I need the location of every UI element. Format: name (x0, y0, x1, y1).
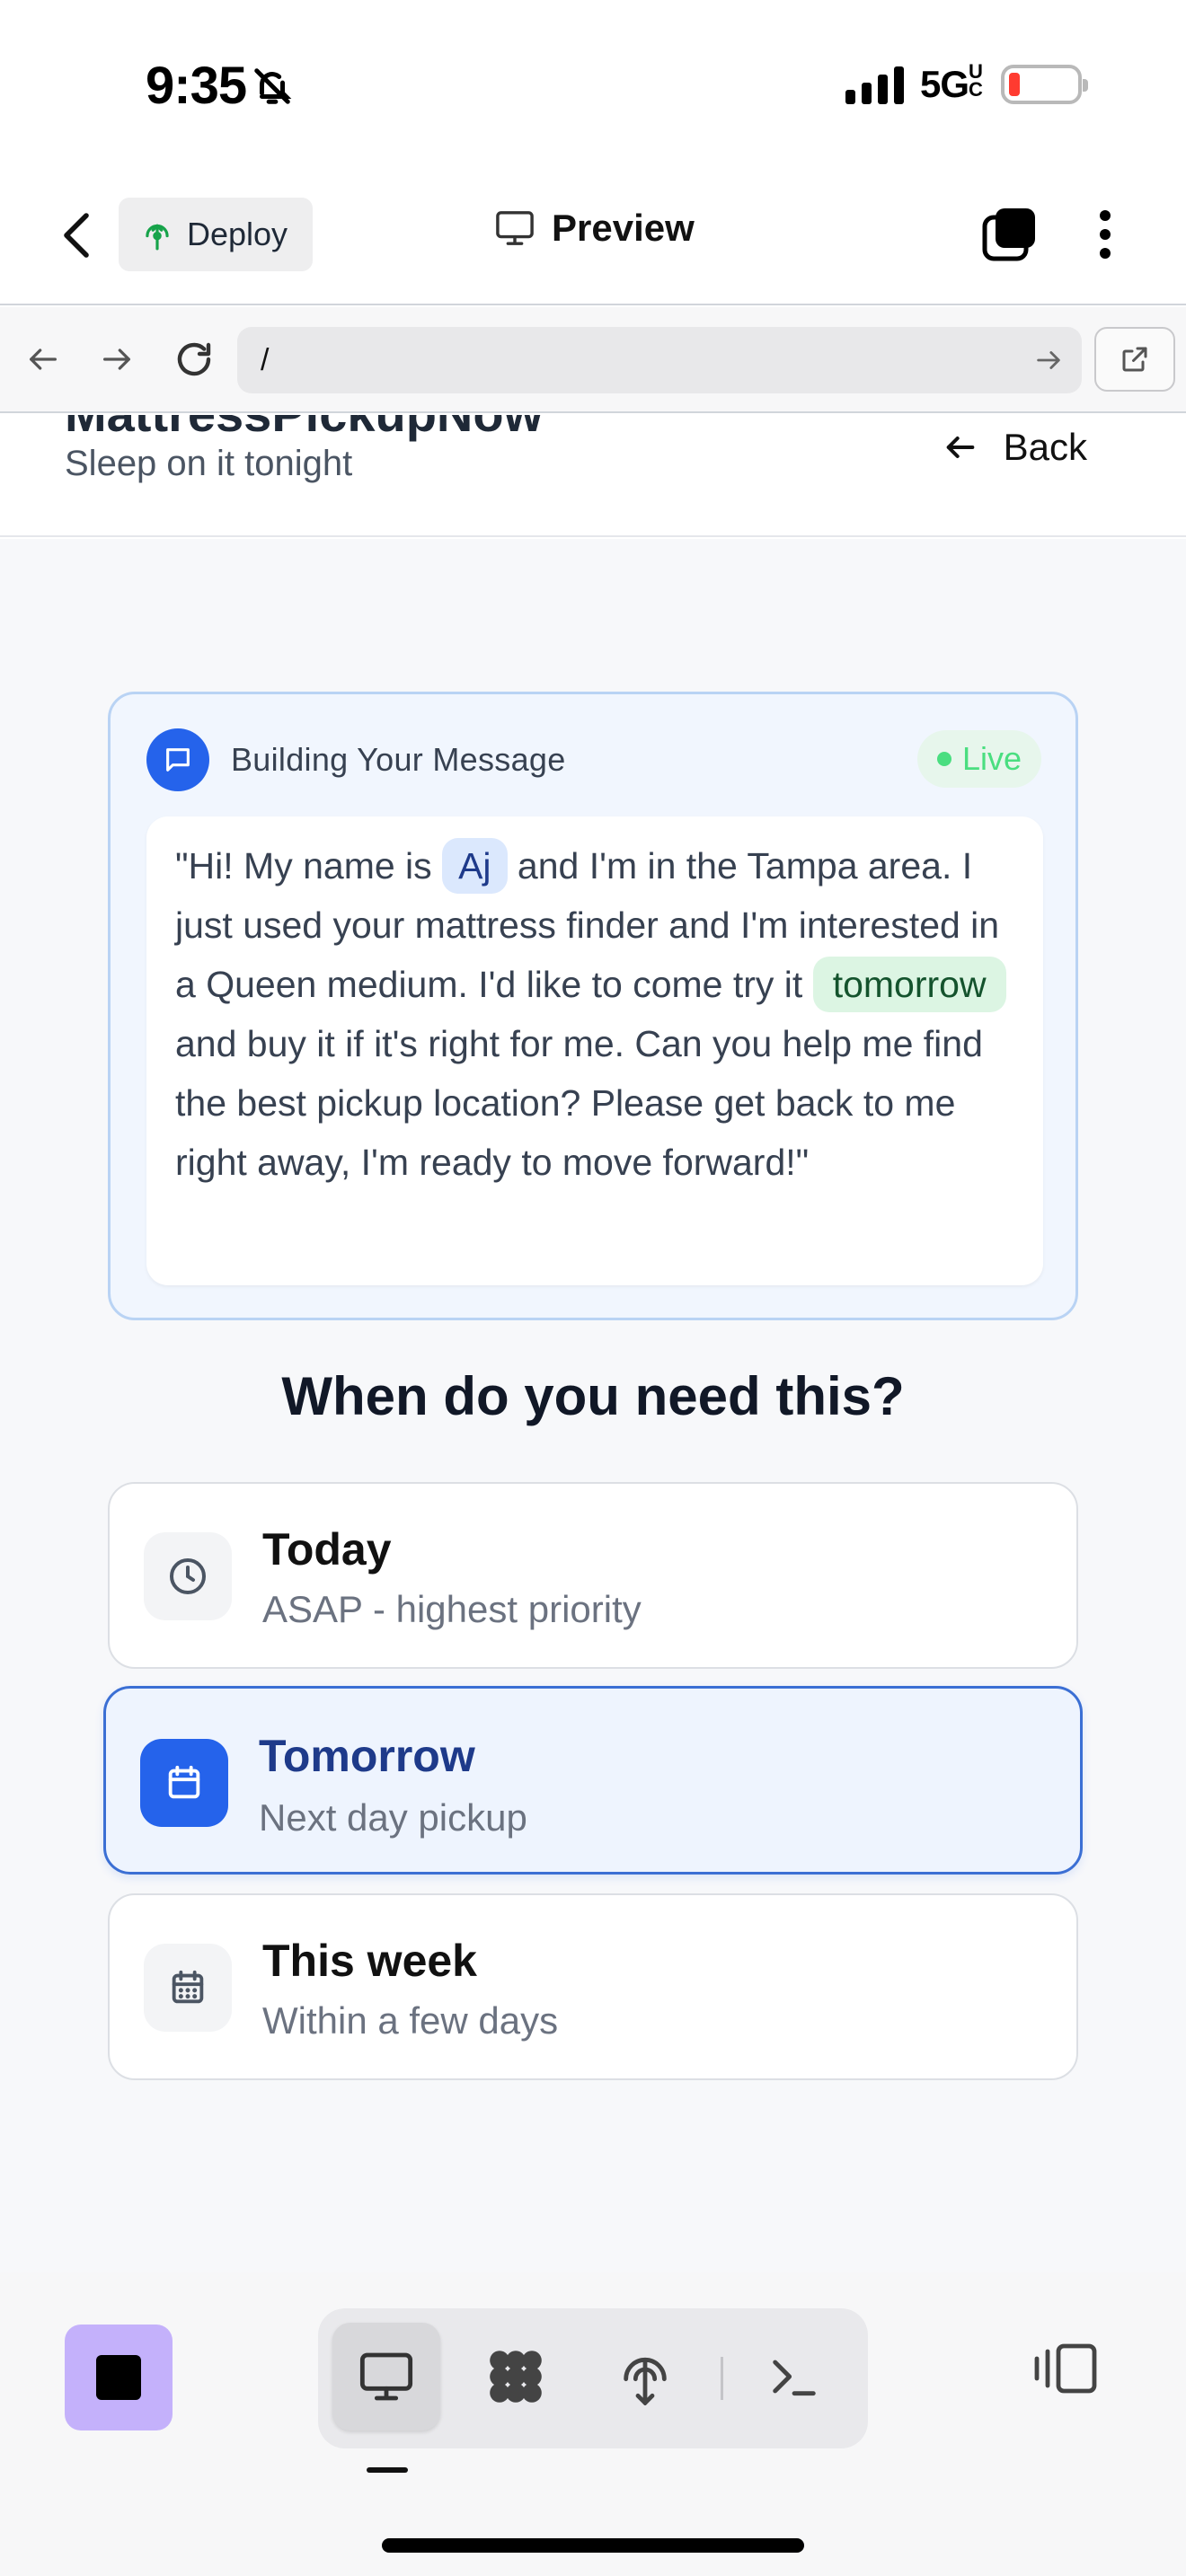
status-bar: 9:35 5GUC (0, 0, 1186, 171)
deploy-icon (146, 224, 169, 251)
preview-view-button[interactable] (332, 2323, 440, 2430)
calendar-days-icon (144, 1944, 232, 2032)
terminal-view-button[interactable] (740, 2323, 848, 2430)
option-subtitle: Within a few days (262, 1999, 559, 2042)
open-external-button[interactable] (1094, 327, 1175, 392)
network-sup: UC (969, 60, 983, 101)
message-text-part: and buy it if it's right for me. Can you… (175, 1023, 983, 1183)
preview-title: Preview (494, 207, 695, 250)
message-preview-card: Building Your Message Live "Hi! My name … (108, 692, 1078, 1320)
timing-chip: tomorrow (812, 957, 1006, 1012)
url-text: / (261, 342, 270, 377)
bottom-toolbar (0, 2272, 1186, 2576)
tabs-icon[interactable] (981, 207, 1037, 262)
main-content: Building Your Message Live "Hi! My name … (0, 539, 1186, 2272)
signal-icon (845, 65, 904, 104)
back-chevron-icon[interactable] (54, 208, 99, 262)
message-icon (146, 728, 209, 791)
reload-icon[interactable] (169, 334, 219, 384)
question-heading: When do you need this? (281, 1366, 905, 1426)
option-subtitle: ASAP - highest priority (262, 1588, 642, 1630)
option-this-week[interactable]: This week Within a few days (108, 1893, 1078, 2080)
arrow-left-icon (946, 437, 974, 458)
network-text: 5G (919, 63, 969, 105)
go-arrow-icon[interactable] (1033, 345, 1064, 375)
more-options-icon[interactable] (1087, 207, 1123, 262)
browser-back-icon[interactable] (18, 334, 68, 384)
message-text-part: "Hi! My name is (175, 845, 443, 887)
back-label: Back (1003, 426, 1087, 468)
status-time: 9:35 (146, 56, 293, 116)
status-time-text: 9:35 (146, 57, 247, 115)
panel-toggle-icon[interactable] (1031, 2341, 1100, 2401)
deploy-view-button[interactable] (591, 2323, 699, 2430)
network-label: 5GUC (919, 60, 985, 106)
monitor-icon (496, 211, 534, 245)
stop-button[interactable] (65, 2325, 173, 2430)
bell-muted-icon (254, 67, 292, 104)
preview-label: Preview (552, 207, 695, 249)
deploy-button[interactable]: Deploy (119, 198, 314, 271)
browser-forward-icon[interactable] (92, 334, 142, 384)
message-card-header: Building Your Message (146, 728, 566, 791)
page-header: MattressPickupNow Sleep on it tonight Ba… (0, 415, 1186, 537)
name-chip: Aj (442, 838, 508, 894)
browser-url-bar: / (0, 307, 1186, 413)
url-input[interactable]: / (237, 327, 1082, 393)
battery-icon (1001, 65, 1088, 104)
option-today[interactable]: Today ASAP - highest priority (108, 1482, 1078, 1669)
status-indicators: 5GUC (845, 60, 1088, 106)
clock-icon (144, 1532, 232, 1620)
live-dot (936, 752, 951, 766)
active-view-indicator (367, 2467, 408, 2473)
app-bar: Deploy Preview (0, 171, 1186, 305)
toolbar-divider (721, 2357, 723, 2400)
deploy-label: Deploy (187, 216, 288, 252)
monitor-icon (359, 2352, 413, 2401)
page-title: MattressPickupNow (65, 415, 543, 443)
live-label: Live (961, 740, 1022, 777)
apps-view-button[interactable] (462, 2323, 570, 2430)
back-button[interactable]: Back (943, 426, 1087, 469)
option-subtitle: Next day pickup (259, 1796, 527, 1839)
view-switcher (318, 2308, 868, 2448)
external-link-icon (1122, 347, 1147, 372)
option-tomorrow[interactable]: Tomorrow Next day pickup (103, 1686, 1083, 1875)
option-title: This week (262, 1936, 477, 1986)
home-indicator (382, 2538, 804, 2553)
apps-icon (490, 2351, 542, 2403)
deploy-icon (624, 2357, 667, 2405)
message-text: "Hi! My name is Aj and I'm in the Tampa … (146, 816, 1043, 1285)
stop-icon (96, 2355, 141, 2400)
calendar-icon (140, 1739, 228, 1827)
option-title: Today (262, 1524, 392, 1575)
terminal-icon (773, 2360, 816, 2396)
message-card-title: Building Your Message (231, 741, 566, 778)
live-badge: Live (916, 730, 1041, 788)
option-title: Tomorrow (259, 1731, 475, 1781)
page-subtitle: Sleep on it tonight (65, 444, 353, 483)
